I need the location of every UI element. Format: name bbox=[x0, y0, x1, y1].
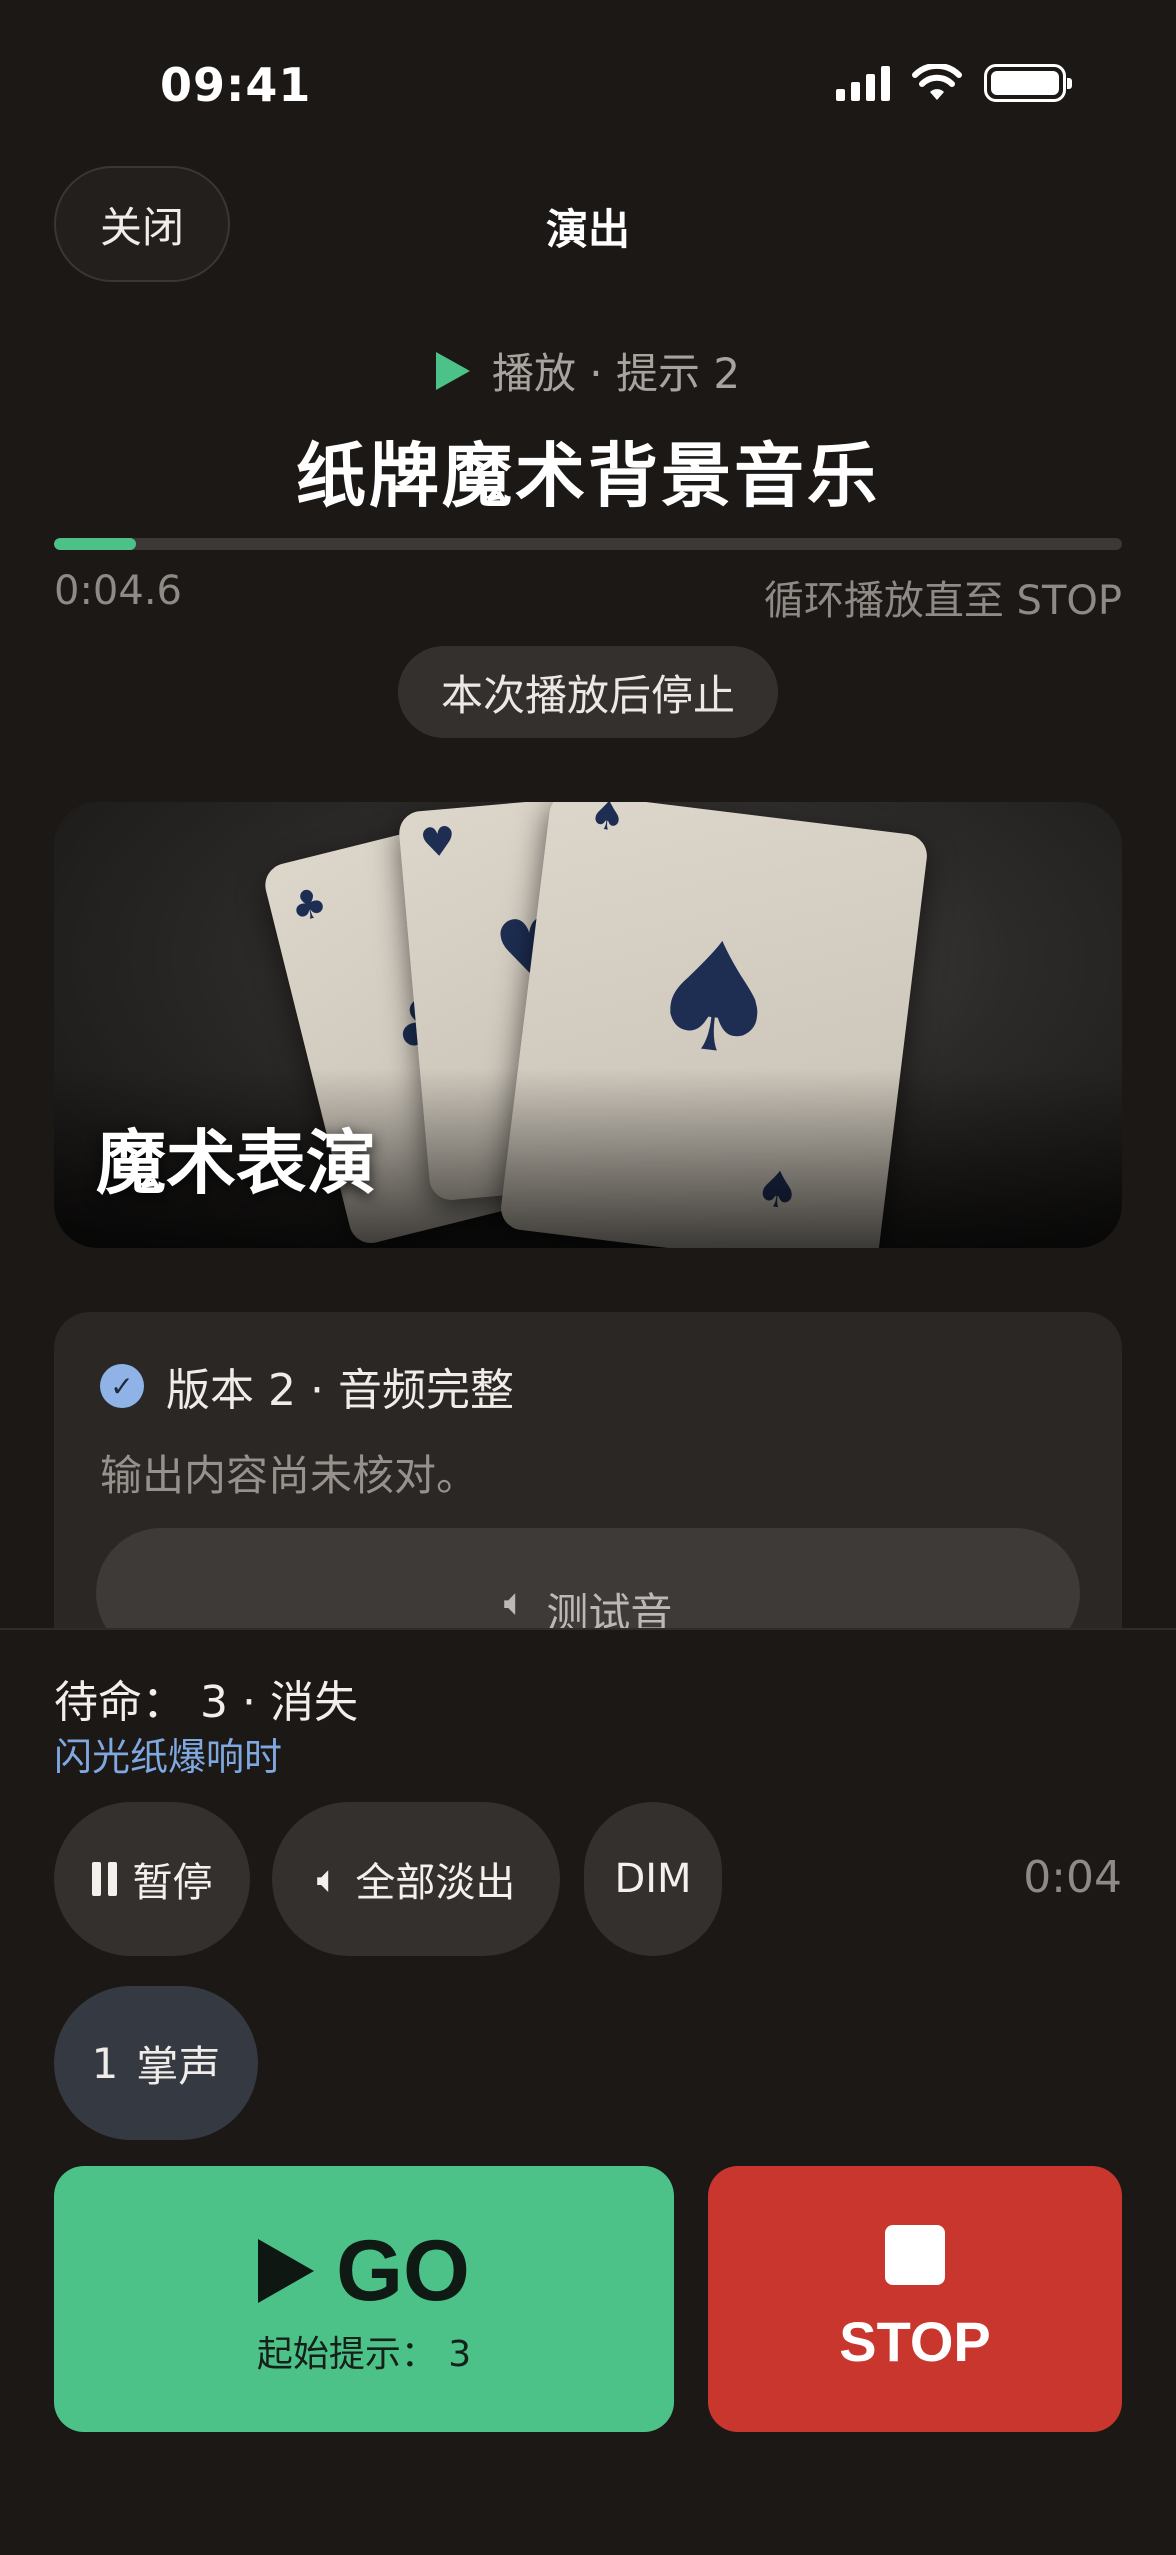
playing-status-text: 播放 · 提示 2 bbox=[491, 349, 741, 398]
wifi-icon bbox=[912, 64, 962, 100]
pause-button[interactable]: 暂停 bbox=[54, 1802, 250, 1956]
go-label: GO bbox=[336, 2222, 470, 2319]
version-heading-text: 版本 2 · 音频完整 bbox=[166, 1365, 514, 1416]
fade-all-label: 全部淡出 bbox=[355, 1860, 516, 1906]
standby-cue: 待命： 3 · 消失 bbox=[54, 1677, 358, 1728]
cue-number: 1 bbox=[91, 2038, 119, 2088]
version-note: 输出内容尚未核对。 bbox=[100, 1451, 479, 1500]
progress-bar bbox=[54, 538, 1122, 550]
cue-time: 0:04 bbox=[1023, 1852, 1122, 1903]
play-icon bbox=[258, 2239, 315, 2303]
test-tone-button[interactable]: 🔈︎ 测试音 bbox=[96, 1528, 1080, 1632]
play-icon bbox=[435, 351, 470, 390]
version-heading: ✓ 版本 2 · 音频完整 bbox=[100, 1354, 514, 1418]
progress-fill bbox=[54, 538, 137, 550]
status-time: 09:41 bbox=[160, 58, 312, 112]
stop-icon bbox=[885, 2224, 945, 2285]
cue-label: 掌声 bbox=[136, 2041, 221, 2091]
page-title: 演出 bbox=[545, 205, 630, 254]
battery-icon bbox=[984, 64, 1072, 102]
cue-button-applause[interactable]: 1 掌声 bbox=[54, 1986, 258, 2140]
speaker-icon: 🔈︎ bbox=[503, 1580, 527, 1624]
stop-label: STOP bbox=[839, 2309, 991, 2373]
track-title: 纸牌魔术背景音乐 bbox=[296, 435, 880, 517]
cellular-signal-icon bbox=[836, 65, 890, 101]
check-icon: ✓ bbox=[100, 1364, 144, 1408]
status-bar: 09:41 bbox=[0, 0, 1176, 170]
go-button[interactable]: GO 起始提示： 3 bbox=[54, 2166, 674, 2432]
go-start-cue: 起始提示： 3 bbox=[256, 2333, 472, 2375]
stop-after-playback-button[interactable]: 本次播放后停止 bbox=[398, 646, 778, 738]
standby-cue-trigger: 闪光纸爆响时 bbox=[54, 1735, 283, 1779]
control-panel: 待命： 3 · 消失 闪光纸爆响时 暂停 🔈︎ 全部淡出 DIM 0:04 1 … bbox=[0, 1628, 1176, 2555]
test-tone-label: 测试音 bbox=[546, 1589, 673, 1632]
loop-note: 循环播放直至 STOP bbox=[763, 578, 1122, 624]
stop-button[interactable]: STOP bbox=[708, 2166, 1122, 2432]
speaker-icon: 🔈︎ bbox=[316, 1856, 340, 1901]
status-icons bbox=[836, 64, 1072, 102]
fade-all-button[interactable]: 🔈︎ 全部淡出 bbox=[272, 1802, 560, 1956]
version-card: ✓ 版本 2 · 音频完整 输出内容尚未核对。 🔈︎ 测试音 bbox=[54, 1312, 1122, 1632]
dim-button[interactable]: DIM bbox=[584, 1802, 722, 1956]
artwork-label: 魔术表演 bbox=[96, 1122, 376, 1204]
playing-status: 播放 · 提示 2 bbox=[0, 340, 1176, 401]
artwork: ♣ ♣ ♥ ♥ ♠ ♠ ♠ 魔术表演 bbox=[54, 802, 1122, 1248]
pause-label: 暂停 bbox=[132, 1860, 213, 1906]
pause-icon bbox=[91, 1862, 117, 1896]
elapsed-time: 0:04.6 bbox=[54, 568, 182, 614]
